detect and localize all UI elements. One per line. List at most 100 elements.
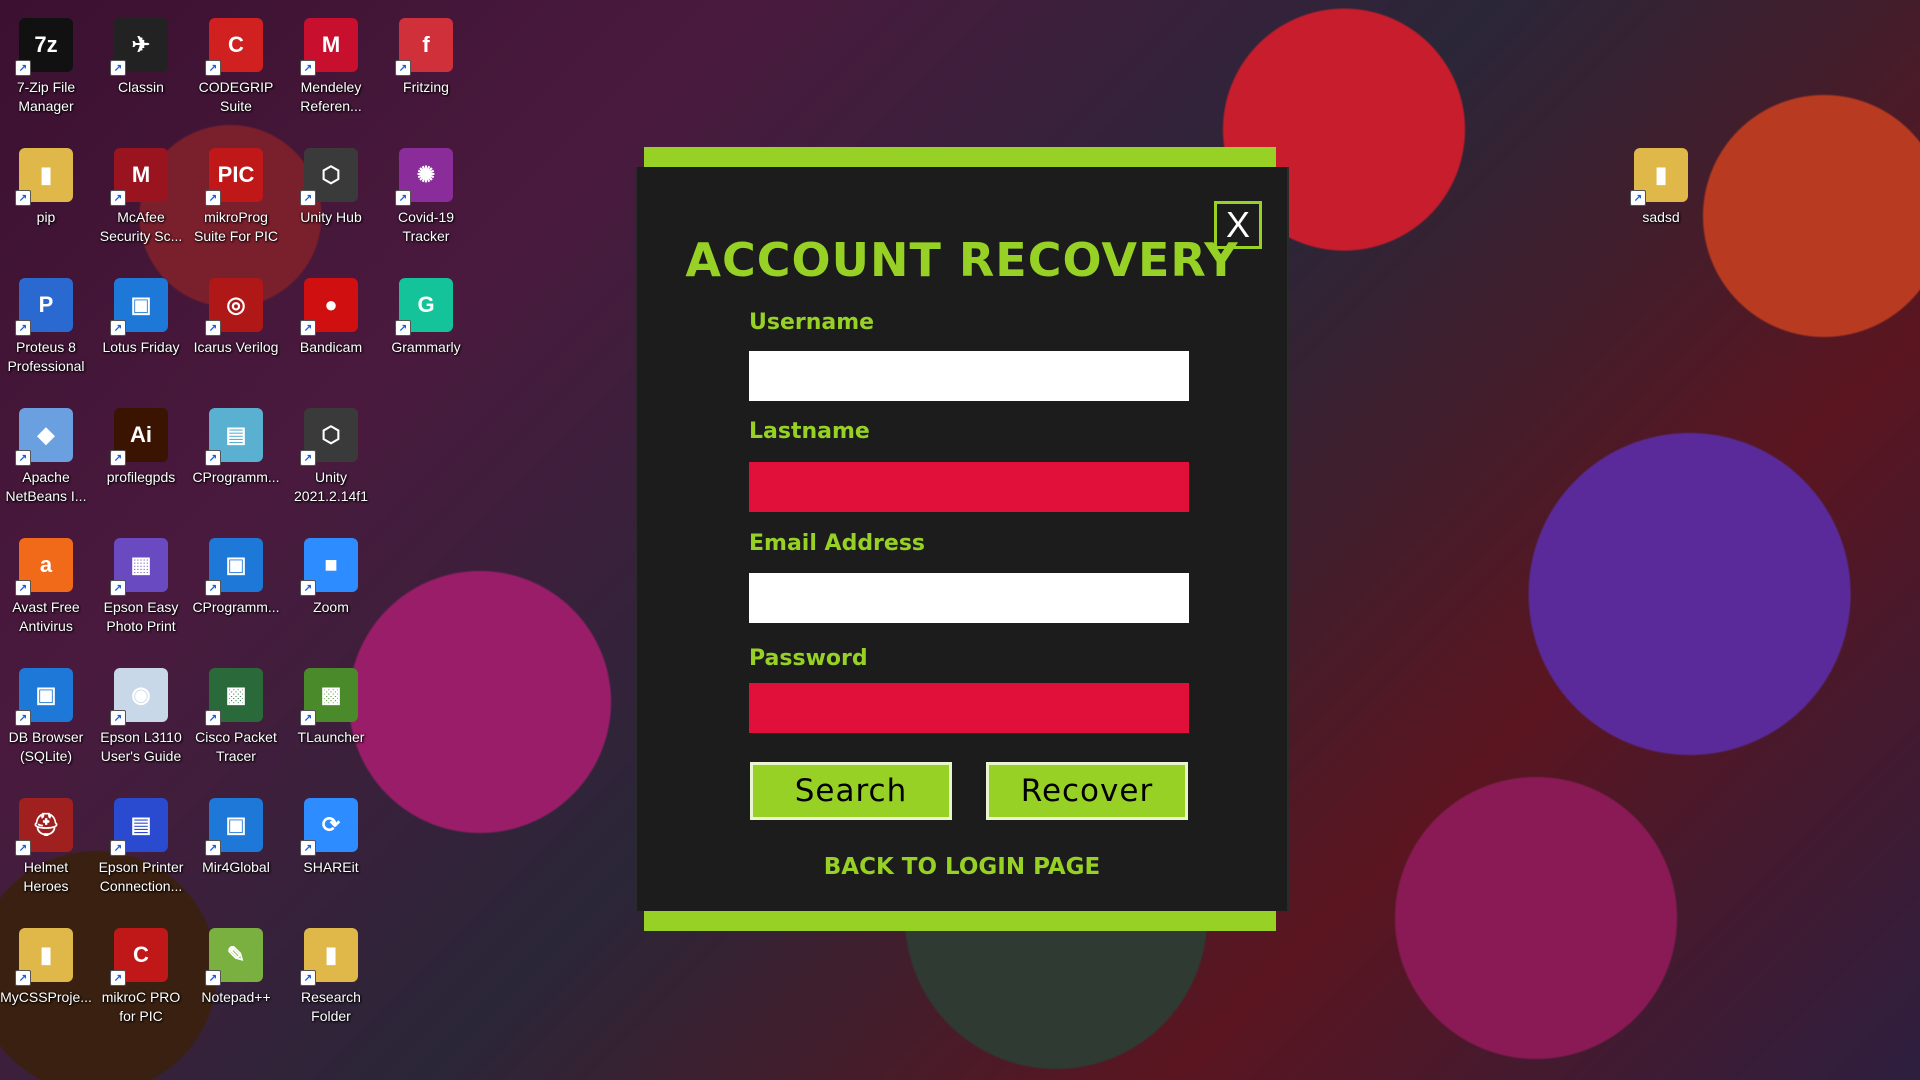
app-icon: ▮ ↗ <box>15 148 73 206</box>
desktop-icon[interactable]: a ↗ Avast Free Antivirus <box>0 534 92 662</box>
shortcut-arrow-icon: ↗ <box>395 320 411 336</box>
search-button[interactable]: Search <box>750 762 952 820</box>
app-icon: ▣ ↗ <box>110 278 168 336</box>
app-icon: ■ ↗ <box>300 538 358 596</box>
desktop-icon[interactable]: f ↗ Fritzing <box>380 14 472 142</box>
desktop-icon[interactable]: ✎ ↗ Notepad++ <box>190 924 282 1052</box>
account-recovery-dialog: X ACCOUNT RECOVERY Username Lastname Ema… <box>635 147 1289 932</box>
desktop-icon[interactable]: ⟳ ↗ SHAREit <box>285 794 377 922</box>
desktop-icon[interactable]: ◎ ↗ Icarus Verilog <box>190 274 282 402</box>
email-input[interactable] <box>749 573 1189 623</box>
desktop-icon[interactable]: ▤ ↗ CProgramm... <box>190 404 282 532</box>
app-icon: ◎ ↗ <box>205 278 263 336</box>
username-label: Username <box>749 310 875 335</box>
desktop-icon[interactable]: C ↗ CODEGRIP Suite <box>190 14 282 142</box>
desktop-icon[interactable]: PIC ↗ mikroProg Suite For PIC <box>190 144 282 272</box>
app-icon: ▮ ↗ <box>1630 148 1688 206</box>
desktop-icon[interactable]: ▣ ↗ DB Browser (SQLite) <box>0 664 92 792</box>
desktop-icon[interactable]: ◆ ↗ Apache NetBeans I... <box>0 404 92 532</box>
app-icon: ▮ ↗ <box>15 928 73 986</box>
desktop-icon[interactable]: G ↗ Grammarly <box>380 274 472 402</box>
desktop-icon-label: DB Browser (SQLite) <box>8 729 84 764</box>
app-icon: ▮ ↗ <box>300 928 358 986</box>
desktop-icon[interactable]: ▣ ↗ Mir4Global <box>190 794 282 922</box>
dialog-title: ACCOUNT RECOVERY <box>685 233 1239 287</box>
app-icon: Ai ↗ <box>110 408 168 466</box>
shortcut-arrow-icon: ↗ <box>110 580 126 596</box>
shortcut-arrow-icon: ↗ <box>110 970 126 986</box>
app-icon: ▦ ↗ <box>110 538 168 596</box>
app-icon: ◆ ↗ <box>15 408 73 466</box>
shortcut-arrow-icon: ↗ <box>395 60 411 76</box>
shortcut-arrow-icon: ↗ <box>395 190 411 206</box>
desktop-icon[interactable]: ▦ ↗ Epson Easy Photo Print <box>95 534 187 662</box>
desktop-icon-label: Helmet Heroes <box>23 859 69 894</box>
desktop-icon[interactable]: P ↗ Proteus 8 Professional <box>0 274 92 402</box>
desktop-icon-label: Proteus 8 Professional <box>7 339 85 374</box>
shortcut-arrow-icon: ↗ <box>15 970 31 986</box>
desktop-icon[interactable]: ▮ ↗ MyCSSProje... <box>0 924 92 1052</box>
desktop-icon[interactable]: ⛑ ↗ Helmet Heroes <box>0 794 92 922</box>
lastname-input[interactable] <box>749 462 1189 512</box>
desktop-icon[interactable]: ▣ ↗ Lotus Friday <box>95 274 187 402</box>
shortcut-arrow-icon: ↗ <box>300 710 316 726</box>
shortcut-arrow-icon: ↗ <box>15 710 31 726</box>
dialog-panel: X ACCOUNT RECOVERY Username Lastname Ema… <box>635 167 1289 911</box>
desktop-icon-label: Epson L3110 User's Guide <box>100 729 182 764</box>
desktop-icon[interactable]: M ↗ McAfee Security Sc... <box>95 144 187 272</box>
desktop-icon[interactable]: ⬡ ↗ Unity 2021.2.14f1 <box>285 404 377 532</box>
desktop-icon[interactable]: M ↗ Mendeley Referen... <box>285 14 377 142</box>
desktop-icon-label: Unity 2021.2.14f1 <box>294 469 368 504</box>
shortcut-arrow-icon: ↗ <box>110 190 126 206</box>
desktop-icon-label: CProgramm... <box>192 599 280 615</box>
desktop-icon[interactable]: ◉ ↗ Epson L3110 User's Guide <box>95 664 187 792</box>
password-input[interactable] <box>749 683 1189 733</box>
app-icon: ▣ ↗ <box>15 668 73 726</box>
desktop-icon-label: Mir4Global <box>202 859 270 875</box>
desktop-icon-label: 7-Zip File Manager <box>16 79 76 114</box>
dialog-top-bar <box>644 147 1276 167</box>
desktop-icon[interactable]: ▮ ↗ pip <box>0 144 92 272</box>
shortcut-arrow-icon: ↗ <box>15 450 31 466</box>
username-input[interactable] <box>749 351 1189 401</box>
desktop-icon-label: mikroC PRO for PIC <box>101 989 181 1024</box>
dialog-bottom-bar <box>644 911 1276 931</box>
desktop-icon[interactable]: ● ↗ Bandicam <box>285 274 377 402</box>
shortcut-arrow-icon: ↗ <box>110 320 126 336</box>
desktop-icons: 7z ↗ 7-Zip File Manager ✈ ↗ Classin C ↗ CODEGRIP… <box>0 0 461 1080</box>
app-icon: ✎ ↗ <box>205 928 263 986</box>
desktop-icon[interactable]: ▮ ↗ Research Folder <box>285 924 377 1052</box>
desktop-icon-label: Icarus Verilog <box>193 339 279 355</box>
app-icon: C ↗ <box>110 928 168 986</box>
desktop-icon-label: McAfee Security Sc... <box>99 209 183 244</box>
shortcut-arrow-icon: ↗ <box>205 60 221 76</box>
desktop-icon[interactable]: ▮ ↗ sadsd <box>1615 144 1707 272</box>
desktop-icon[interactable]: ⬡ ↗ Unity Hub <box>285 144 377 272</box>
desktop-icon[interactable]: Ai ↗ profilegpds <box>95 404 187 532</box>
desktop-icon[interactable]: ■ ↗ Zoom <box>285 534 377 662</box>
shortcut-arrow-icon: ↗ <box>1630 190 1646 206</box>
desktop-icon[interactable]: ▩ ↗ Cisco Packet Tracer <box>190 664 282 792</box>
app-icon: ◉ ↗ <box>110 668 168 726</box>
desktop-icon[interactable]: ✈ ↗ Classin <box>95 14 187 142</box>
desktop-icon[interactable]: ▩ ↗ TLauncher <box>285 664 377 792</box>
desktop-icon[interactable]: ✺ ↗ Covid-19 Tracker <box>380 144 472 272</box>
desktop-icon-label: Classin <box>118 79 164 95</box>
recover-button[interactable]: Recover <box>986 762 1188 820</box>
desktop-icon-label: Fritzing <box>403 79 449 95</box>
shortcut-arrow-icon: ↗ <box>300 970 316 986</box>
shortcut-arrow-icon: ↗ <box>205 840 221 856</box>
desktop-icon-label: Lotus Friday <box>102 339 180 355</box>
app-icon: G ↗ <box>395 278 453 336</box>
desktop-icon-label: Epson Printer Connection... <box>98 859 184 894</box>
desktop-icon[interactable]: ▤ ↗ Epson Printer Connection... <box>95 794 187 922</box>
app-icon: C ↗ <box>205 18 263 76</box>
back-to-login-link[interactable]: BACK TO LOGIN PAGE <box>637 854 1287 880</box>
shortcut-arrow-icon: ↗ <box>110 710 126 726</box>
desktop-icon[interactable]: 7z ↗ 7-Zip File Manager <box>0 14 92 142</box>
desktop-icon[interactable]: C ↗ mikroC PRO for PIC <box>95 924 187 1052</box>
shortcut-arrow-icon: ↗ <box>205 450 221 466</box>
desktop-icon-label: Epson Easy Photo Print <box>103 599 179 634</box>
shortcut-arrow-icon: ↗ <box>300 190 316 206</box>
desktop-icon[interactable]: ▣ ↗ CProgramm... <box>190 534 282 662</box>
